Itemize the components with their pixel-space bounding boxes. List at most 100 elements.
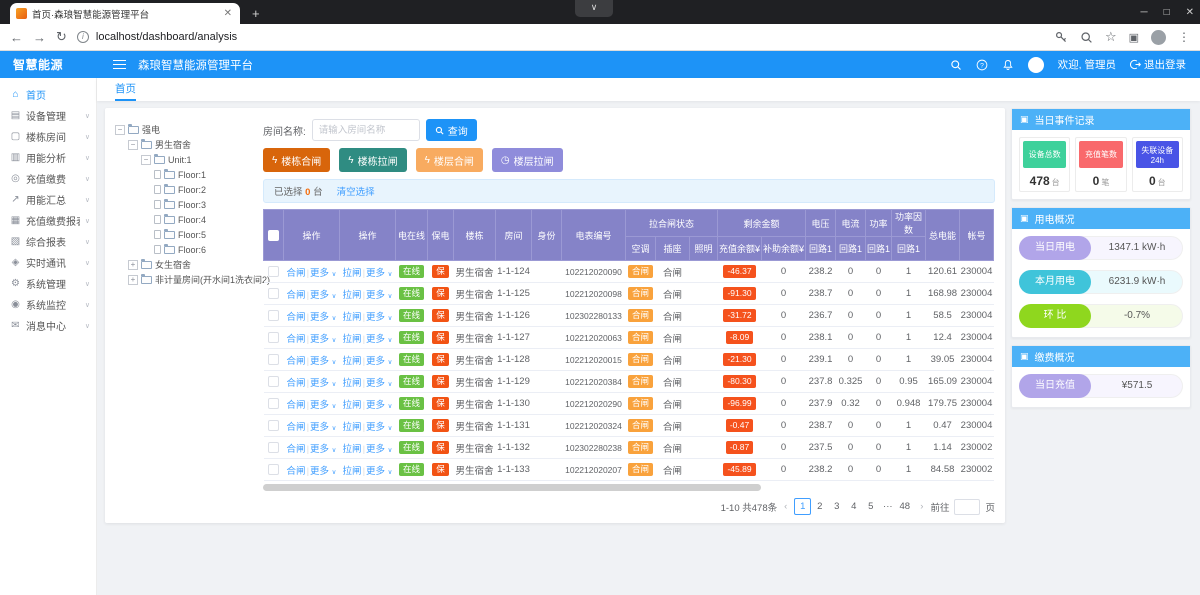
forward-icon[interactable]: → — [33, 30, 46, 45]
action-button-楼栋拉闸[interactable]: ϟ楼栋拉闸 — [339, 148, 406, 172]
query-button[interactable]: 查询 — [426, 119, 477, 141]
page-number[interactable]: 2 — [811, 498, 828, 515]
open-switch-link[interactable]: 拉闸 — [343, 400, 362, 411]
open-switch-link[interactable]: 拉闸 — [343, 466, 362, 477]
close-switch-link[interactable]: 合闸 — [287, 466, 306, 477]
back-icon[interactable]: ← — [10, 30, 23, 45]
more-dropdown[interactable]: 更多 — [366, 444, 388, 455]
page-number[interactable]: 4 — [845, 498, 862, 515]
next-page-icon[interactable]: › — [918, 501, 925, 512]
action-button-楼层合闸[interactable]: ϟ楼层合闸 — [416, 148, 483, 172]
more-dropdown[interactable]: 更多 — [310, 400, 332, 411]
room-name-input[interactable] — [312, 119, 420, 141]
expand-icon[interactable]: + — [128, 260, 138, 270]
row-checkbox[interactable] — [268, 332, 279, 343]
page-number[interactable]: 5 — [862, 498, 879, 515]
close-switch-link[interactable]: 合闸 — [287, 268, 306, 279]
sidebar-item-monitor[interactable]: ◉系统监控∨ — [0, 294, 96, 315]
page-number[interactable]: 48 — [896, 498, 913, 515]
sidebar-item-message[interactable]: ✉消息中心∨ — [0, 315, 96, 336]
sidebar-item-report[interactable]: ▧综合报表∨ — [0, 231, 96, 252]
more-dropdown[interactable]: 更多 — [366, 290, 388, 301]
open-switch-link[interactable]: 拉闸 — [343, 444, 362, 455]
more-dropdown[interactable]: 更多 — [310, 356, 332, 367]
row-checkbox[interactable] — [268, 420, 279, 431]
close-switch-link[interactable]: 合闸 — [287, 356, 306, 367]
more-dropdown[interactable]: 更多 — [310, 334, 332, 345]
expand-icon[interactable]: + — [128, 275, 138, 285]
more-dropdown[interactable]: 更多 — [310, 312, 332, 323]
row-checkbox[interactable] — [268, 310, 279, 321]
sidebar-item-home[interactable]: ⌂首页 — [0, 84, 96, 105]
more-dropdown[interactable]: 更多 — [366, 378, 388, 389]
collapse-icon[interactable]: − — [141, 155, 151, 165]
tree-node[interactable]: Floor:3 — [115, 197, 255, 212]
profile-avatar-icon[interactable] — [1151, 30, 1166, 45]
key-icon[interactable] — [1055, 31, 1068, 44]
zoom-icon[interactable] — [1080, 31, 1093, 44]
select-all-checkbox[interactable] — [268, 230, 279, 241]
more-dropdown[interactable]: 更多 — [310, 378, 332, 389]
browser-menu-icon[interactable]: ⋮ — [1178, 30, 1190, 44]
goto-page-input[interactable] — [954, 499, 980, 515]
more-dropdown[interactable]: 更多 — [310, 268, 332, 279]
open-switch-link[interactable]: 拉闸 — [343, 312, 362, 323]
reload-icon[interactable]: ↻ — [56, 29, 67, 45]
address-input[interactable]: i localhost/dashboard/analysis — [77, 27, 1045, 47]
tree-node[interactable]: −Unit:1 — [115, 152, 255, 167]
close-switch-link[interactable]: 合闸 — [287, 422, 306, 433]
more-dropdown[interactable]: 更多 — [366, 422, 388, 433]
open-switch-link[interactable]: 拉闸 — [343, 290, 362, 301]
more-dropdown[interactable]: 更多 — [366, 268, 388, 279]
page-number[interactable]: 1 — [794, 498, 811, 515]
open-switch-link[interactable]: 拉闸 — [343, 334, 362, 345]
close-switch-link[interactable]: 合闸 — [287, 400, 306, 411]
tree-node[interactable]: Floor:1 — [115, 167, 255, 182]
sidebar-item-recharge[interactable]: ◎充值缴费∨ — [0, 168, 96, 189]
tree-node[interactable]: +非计量房间(开水间1洗衣间2) — [115, 272, 255, 287]
prev-page-icon[interactable]: ‹ — [782, 501, 789, 512]
logout-button[interactable]: 退出登录 — [1130, 57, 1186, 72]
tree-node[interactable]: Floor:5 — [115, 227, 255, 242]
window-maximize-icon[interactable]: □ — [1164, 7, 1170, 18]
search-icon[interactable] — [950, 59, 962, 71]
user-avatar[interactable] — [1028, 57, 1044, 73]
new-tab-button[interactable]: + — [252, 4, 260, 24]
browser-tab[interactable]: 首页·森琅智慧能源管理平台 ✕ — [10, 3, 240, 24]
more-dropdown[interactable]: 更多 — [366, 312, 388, 323]
more-dropdown[interactable]: 更多 — [310, 290, 332, 301]
row-checkbox[interactable] — [268, 266, 279, 277]
downloads-chevron-icon[interactable]: ∨ — [575, 0, 613, 17]
sidebar-item-realtime[interactable]: ◈实时通讯∨ — [0, 252, 96, 273]
row-checkbox[interactable] — [268, 464, 279, 475]
tree-node[interactable]: Floor:2 — [115, 182, 255, 197]
page-number[interactable]: 3 — [828, 498, 845, 515]
close-switch-link[interactable]: 合闸 — [287, 312, 306, 323]
close-switch-link[interactable]: 合闸 — [287, 444, 306, 455]
sidebar-item-building[interactable]: ▢楼栋房间∨ — [0, 126, 96, 147]
bell-icon[interactable] — [1002, 59, 1014, 71]
open-switch-link[interactable]: 拉闸 — [343, 356, 362, 367]
tree-node[interactable]: Floor:6 — [115, 242, 255, 257]
open-switch-link[interactable]: 拉闸 — [343, 378, 362, 389]
site-info-icon[interactable]: i — [77, 31, 89, 43]
more-dropdown[interactable]: 更多 — [366, 466, 388, 477]
open-switch-link[interactable]: 拉闸 — [343, 268, 362, 279]
close-switch-link[interactable]: 合闸 — [287, 334, 306, 345]
more-dropdown[interactable]: 更多 — [366, 400, 388, 411]
more-dropdown[interactable]: 更多 — [366, 356, 388, 367]
tab-home[interactable]: 首页 — [115, 81, 136, 101]
tree-node[interactable]: −男生宿舍 — [115, 137, 255, 152]
window-close-icon[interactable]: ✕ — [1186, 7, 1194, 18]
sidebar-item-recharge-report[interactable]: ▦充值缴费报表∨ — [0, 210, 96, 231]
tree-node[interactable]: −强电 — [115, 122, 255, 137]
window-minimize-icon[interactable]: ─ — [1140, 7, 1147, 18]
horizontal-scrollbar[interactable] — [263, 484, 761, 491]
sidebar-item-device[interactable]: ▤设备管理∨ — [0, 105, 96, 126]
sidebar-item-summary[interactable]: ↗用能汇总∨ — [0, 189, 96, 210]
side-panel-icon[interactable]: ▣ — [1129, 31, 1139, 44]
sidebar-item-system[interactable]: ⚙系统管理∨ — [0, 273, 96, 294]
more-dropdown[interactable]: 更多 — [310, 444, 332, 455]
bookmark-star-icon[interactable]: ☆ — [1105, 29, 1117, 45]
tree-node[interactable]: +女生宿舍 — [115, 257, 255, 272]
